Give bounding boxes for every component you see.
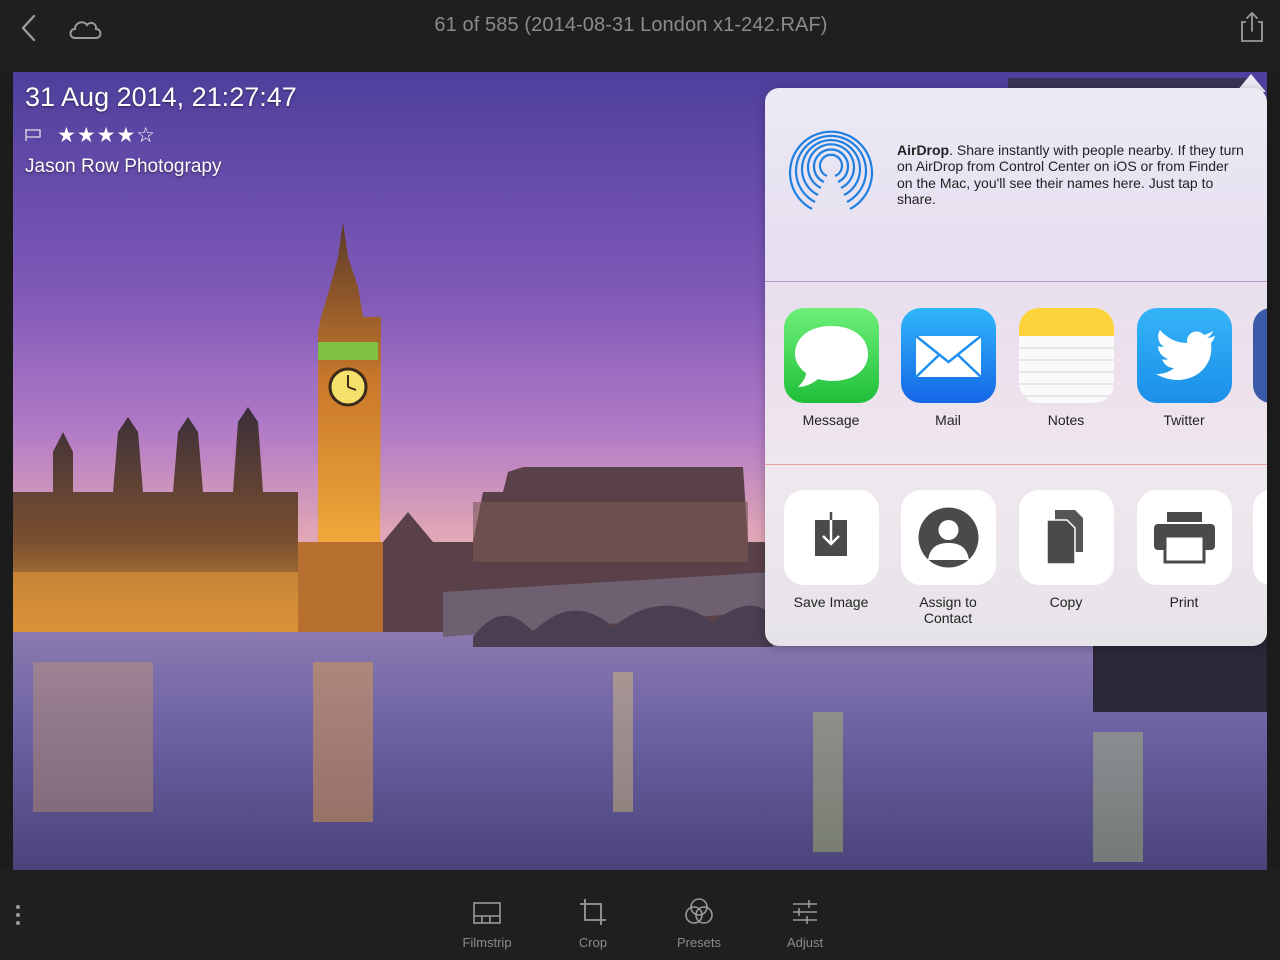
top-bar: 61 of 585 (2014-08-31 London x1-242.RAF) — [0, 0, 1280, 72]
airdrop-section[interactable]: AirDrop. Share instantly with people nea… — [765, 88, 1267, 282]
filmstrip-button[interactable]: Filmstrip — [442, 896, 532, 950]
more-actions-partial-icon[interactable] — [1253, 490, 1267, 585]
save-image-icon — [783, 490, 879, 585]
assign-to-contact-button[interactable]: Assign to Contact — [889, 490, 1007, 626]
filmstrip-label: Filmstrip — [462, 935, 512, 950]
notes-icon — [1018, 308, 1114, 403]
divider — [765, 281, 1267, 282]
crop-button[interactable]: Crop — [548, 896, 638, 950]
filmstrip-icon — [471, 896, 503, 928]
share-message-button[interactable]: Message — [772, 308, 890, 428]
photo-title: 61 of 585 (2014-08-31 London x1-242.RAF) — [434, 14, 828, 36]
assign-to-contact-text: Assign to Contact — [919, 594, 977, 626]
share-message-label: Message — [802, 412, 860, 428]
copy-button[interactable]: Copy — [1007, 490, 1125, 610]
mail-icon — [900, 308, 996, 403]
star-rating[interactable]: ★★★★☆ — [57, 123, 156, 147]
save-image-button[interactable]: Save Image — [772, 490, 890, 610]
share-notes-button[interactable]: Notes — [1007, 308, 1125, 428]
presets-button[interactable]: Presets — [654, 896, 744, 950]
crop-label: Crop — [578, 935, 608, 950]
print-label: Print — [1169, 594, 1199, 610]
share-mail-button[interactable]: Mail — [889, 308, 1007, 428]
save-image-label: Save Image — [793, 594, 869, 610]
presets-icon — [683, 896, 715, 928]
share-apps-row: Message Mail Notes Twitter — [765, 308, 1267, 468]
share-icon[interactable] — [1236, 10, 1268, 44]
twitter-icon — [1136, 308, 1232, 403]
copy-icon — [1018, 490, 1114, 585]
adjust-button[interactable]: Adjust — [760, 896, 850, 950]
share-actions-row: Save Image Assign to Contact Copy Print — [765, 490, 1267, 646]
airdrop-title: AirDrop — [897, 142, 950, 158]
flag-icon[interactable] — [25, 128, 43, 142]
message-icon — [783, 308, 879, 403]
share-notes-label: Notes — [1047, 412, 1085, 428]
crop-icon — [577, 896, 609, 928]
bottom-toolbar: Filmstrip Crop Presets Adjust — [0, 870, 1280, 960]
print-button[interactable]: Print — [1125, 490, 1243, 610]
more-apps-partial-icon[interactable] — [1253, 308, 1267, 403]
presets-label: Presets — [676, 935, 722, 950]
photo-owner: Jason Row Photograpy — [25, 156, 222, 177]
photo-flag-rating-row: ★★★★☆ — [25, 123, 156, 147]
assign-to-contact-label: Assign to Contact — [889, 594, 1007, 626]
adjust-label: Adjust — [786, 935, 824, 950]
more-options-icon[interactable] — [12, 904, 24, 928]
copy-label: Copy — [1049, 594, 1083, 610]
photo-datetime: 31 Aug 2014, 21:27:47 — [25, 82, 297, 112]
contact-icon — [900, 490, 996, 585]
divider — [765, 464, 1267, 465]
share-twitter-label: Twitter — [1163, 412, 1205, 428]
share-sheet: AirDrop. Share instantly with people nea… — [765, 88, 1267, 646]
airdrop-icon — [788, 130, 874, 216]
print-icon — [1136, 490, 1232, 585]
share-mail-label: Mail — [935, 412, 961, 428]
airdrop-description: AirDrop. Share instantly with people nea… — [897, 142, 1247, 207]
airdrop-body: . Share instantly with people nearby. If… — [897, 142, 1244, 207]
share-twitter-button[interactable]: Twitter — [1125, 308, 1243, 428]
adjust-icon — [789, 896, 821, 928]
